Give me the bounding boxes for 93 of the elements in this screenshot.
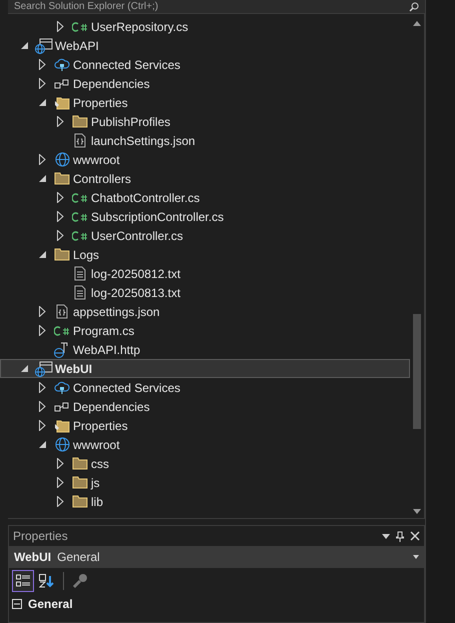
tree-item[interactable]: PublishProfiles bbox=[0, 112, 410, 131]
category-label: General bbox=[28, 596, 73, 613]
expanded-arrow-icon[interactable] bbox=[20, 365, 28, 372]
categorized-button[interactable] bbox=[12, 570, 34, 592]
collapsed-arrow-icon[interactable] bbox=[38, 382, 46, 393]
tree-item[interactable]: Properties bbox=[0, 416, 410, 435]
scrollbar-thumb[interactable] bbox=[413, 314, 421, 429]
object-name: WebUI bbox=[14, 549, 52, 566]
pin-icon[interactable] bbox=[396, 530, 404, 542]
web-project-icon bbox=[35, 360, 53, 376]
tree-item[interactable]: appsettings.json bbox=[0, 302, 410, 321]
tree-item[interactable]: log-20250813.txt bbox=[0, 283, 410, 302]
collapse-icon[interactable] bbox=[12, 599, 22, 609]
csharp-file-icon bbox=[72, 230, 88, 242]
csharp-file-icon bbox=[72, 192, 88, 204]
collapsed-arrow-icon[interactable] bbox=[56, 21, 64, 32]
collapsed-arrow-icon[interactable] bbox=[38, 325, 46, 336]
dependencies-icon bbox=[54, 78, 70, 90]
collapsed-arrow-icon[interactable] bbox=[38, 420, 46, 431]
tree-item[interactable]: css bbox=[0, 454, 410, 473]
expanded-arrow-icon[interactable] bbox=[38, 441, 46, 448]
json-file-icon bbox=[74, 133, 86, 148]
tree-item[interactable]: log-20250812.txt bbox=[0, 264, 410, 283]
collapsed-arrow-icon[interactable] bbox=[38, 306, 46, 317]
json-file-icon bbox=[56, 304, 68, 319]
cloud-plug-icon bbox=[54, 380, 70, 394]
folder-icon bbox=[72, 457, 88, 470]
collapsed-arrow-icon[interactable] bbox=[56, 211, 64, 222]
folder-icon bbox=[54, 172, 70, 185]
close-icon[interactable] bbox=[410, 531, 420, 541]
tree-item[interactable]: js bbox=[0, 473, 410, 492]
collapsed-arrow-icon[interactable] bbox=[38, 78, 46, 89]
wrench-folder-icon bbox=[54, 418, 70, 432]
collapsed-arrow-icon[interactable] bbox=[38, 401, 46, 412]
tree-item[interactable]: Dependencies bbox=[0, 397, 410, 416]
tree-item[interactable]: wwwroot bbox=[0, 150, 410, 169]
collapsed-arrow-icon[interactable] bbox=[56, 477, 64, 488]
csharp-file-icon bbox=[54, 324, 70, 336]
search-icon bbox=[409, 2, 419, 12]
text-file-icon bbox=[74, 266, 86, 281]
expanded-arrow-icon[interactable] bbox=[38, 175, 46, 182]
panel-title: Properties bbox=[13, 528, 68, 545]
object-type: General bbox=[57, 549, 100, 566]
tree-item[interactable]: Dependencies bbox=[0, 74, 410, 93]
object-selector[interactable]: WebUI General bbox=[9, 546, 424, 568]
expanded-arrow-icon[interactable] bbox=[38, 99, 46, 106]
scroll-up-icon bbox=[413, 21, 421, 26]
tree-item[interactable]: Program.cs bbox=[0, 321, 410, 340]
web-project-icon bbox=[35, 38, 53, 54]
collapsed-arrow-icon[interactable] bbox=[56, 192, 64, 203]
expanded-arrow-icon[interactable] bbox=[20, 42, 28, 49]
tree-item[interactable]: wwwroot bbox=[0, 435, 410, 454]
csharp-file-icon bbox=[72, 20, 88, 32]
globe-icon bbox=[54, 152, 70, 167]
search-field[interactable]: Search Solution Explorer (Ctrl+;) bbox=[8, 0, 425, 14]
caret-icon bbox=[413, 555, 419, 559]
key-icon bbox=[72, 573, 88, 589]
collapsed-arrow-icon[interactable] bbox=[56, 116, 64, 127]
collapsed-arrow-icon[interactable] bbox=[56, 496, 64, 507]
folder-icon bbox=[72, 495, 88, 508]
cloud-plug-icon bbox=[54, 58, 70, 72]
tree-item[interactable]: WebUI bbox=[0, 359, 410, 378]
tree-item[interactable]: ChatbotController.cs bbox=[0, 188, 410, 207]
tree-item[interactable]: Controllers bbox=[0, 169, 410, 188]
wrench-folder-icon bbox=[54, 96, 70, 110]
folder-icon bbox=[72, 115, 88, 128]
tree-item[interactable]: WebAPI.http bbox=[0, 340, 410, 359]
globe-icon bbox=[54, 437, 70, 452]
http-file-icon bbox=[54, 342, 70, 358]
tree-item[interactable]: SubscriptionController.cs bbox=[0, 207, 410, 226]
csharp-file-icon bbox=[72, 210, 88, 222]
collapsed-arrow-icon[interactable] bbox=[38, 154, 46, 165]
folder-icon bbox=[54, 248, 70, 261]
categorized-list-icon bbox=[16, 574, 30, 588]
tree-item[interactable]: UserRepository.cs bbox=[0, 17, 410, 36]
tree-item[interactable]: UserController.cs bbox=[0, 226, 410, 245]
tree-item[interactable]: Connected Services bbox=[0, 378, 410, 397]
sort-alphabetical-icon bbox=[39, 574, 55, 588]
folder-icon bbox=[72, 476, 88, 489]
dependencies-icon bbox=[54, 400, 70, 412]
tree-item[interactable]: launchSettings.json bbox=[0, 131, 410, 150]
collapsed-arrow-icon[interactable] bbox=[56, 230, 64, 241]
text-file-icon bbox=[74, 285, 86, 300]
tree-item[interactable]: Connected Services bbox=[0, 55, 410, 74]
collapsed-arrow-icon[interactable] bbox=[38, 59, 46, 70]
dropdown-icon[interactable] bbox=[382, 534, 390, 538]
scroll-down-icon bbox=[413, 509, 421, 514]
expanded-arrow-icon[interactable] bbox=[38, 251, 46, 258]
tree-item[interactable]: lib bbox=[0, 492, 410, 511]
tree-item[interactable]: Logs bbox=[0, 245, 410, 264]
tree-item[interactable]: WebAPI bbox=[0, 36, 410, 55]
tree-item[interactable]: Properties bbox=[0, 93, 410, 112]
collapsed-arrow-icon[interactable] bbox=[56, 458, 64, 469]
